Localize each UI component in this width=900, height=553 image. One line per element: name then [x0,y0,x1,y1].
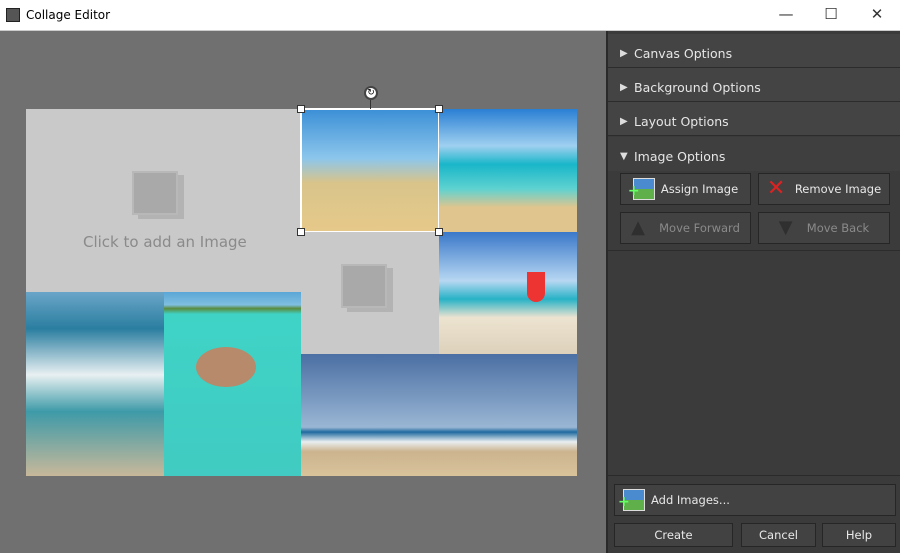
image-slot-drink-beach[interactable] [439,232,577,354]
section-image-options[interactable]: ▼ Image Options [608,137,900,171]
image-placeholder-icon [341,264,387,308]
empty-image-slot[interactable]: Click to add an Image [26,109,301,292]
assign-image-button[interactable]: Assign Image [620,173,751,205]
move-back-button[interactable]: ▼ Move Back [758,212,890,244]
section-label: Layout Options [634,114,729,129]
collapse-arrow-icon: ▼ [620,151,628,162]
drink-glass [527,272,545,302]
add-image-icon [628,178,655,200]
add-images-button[interactable]: Add Images... [614,484,896,516]
section-label: Background Options [634,80,761,95]
divider [608,250,900,251]
maximize-button[interactable]: ☐ [816,5,846,23]
button-label: Add Images... [651,493,730,507]
arrow-down-icon: ▼ [778,217,793,238]
help-button[interactable]: Help [822,523,896,547]
image-placeholder-icon [132,171,178,215]
red-x-icon: ✕ [766,176,786,201]
image-slot-waves[interactable] [26,292,164,476]
image-slot-beach-ocean[interactable] [439,109,577,232]
image-slot-beach-umbrellas[interactable] [300,108,440,233]
close-button[interactable]: ✕ [862,5,892,23]
title-bar: Collage Editor — ☐ ✕ [0,0,900,31]
button-label: Remove Image [794,182,882,196]
app-icon [6,8,20,22]
button-label: Move Forward [659,221,740,235]
resize-handle-top-left[interactable] [297,105,305,113]
expand-arrow-icon: ▶ [620,82,628,93]
add-image-prompt: Click to add an Image [83,233,247,251]
image-slot-cartwheel[interactable] [301,354,577,476]
options-panel: ▶ Canvas Options ▶ Background Options ▶ Lay… [606,31,900,553]
section-layout-options[interactable]: ▶ Layout Options [608,102,900,136]
create-button[interactable]: Create [614,523,733,547]
add-image-icon [618,489,645,511]
rotate-handle-icon[interactable]: ↻ [364,86,378,100]
empty-image-slot-2[interactable] [301,232,439,354]
divider [608,475,900,476]
move-forward-button[interactable]: ▲ Move Forward [620,212,751,244]
arrow-up-icon: ▲ [631,217,645,238]
section-background-options[interactable]: ▶ Background Options [608,68,900,102]
section-canvas-options[interactable]: ▶ Canvas Options [608,34,900,68]
rotate-stem [370,100,371,109]
resize-handle-bottom-left[interactable] [297,228,305,236]
section-label: Image Options [634,149,726,164]
image-slot-swimming-pig[interactable] [164,292,301,476]
button-label: Move Back [806,221,870,235]
expand-arrow-icon: ▶ [620,48,628,59]
expand-arrow-icon: ▶ [620,116,628,127]
button-label: Assign Image [660,182,739,196]
resize-handle-top-right[interactable] [435,105,443,113]
cancel-button[interactable]: Cancel [741,523,816,547]
resize-handle-bottom-right[interactable] [435,228,443,236]
section-label: Canvas Options [634,46,733,61]
window-title: Collage Editor [26,8,111,22]
minimize-button[interactable]: — [771,5,801,23]
remove-image-button[interactable]: ✕ Remove Image [758,173,890,205]
pig-shape [196,347,256,387]
